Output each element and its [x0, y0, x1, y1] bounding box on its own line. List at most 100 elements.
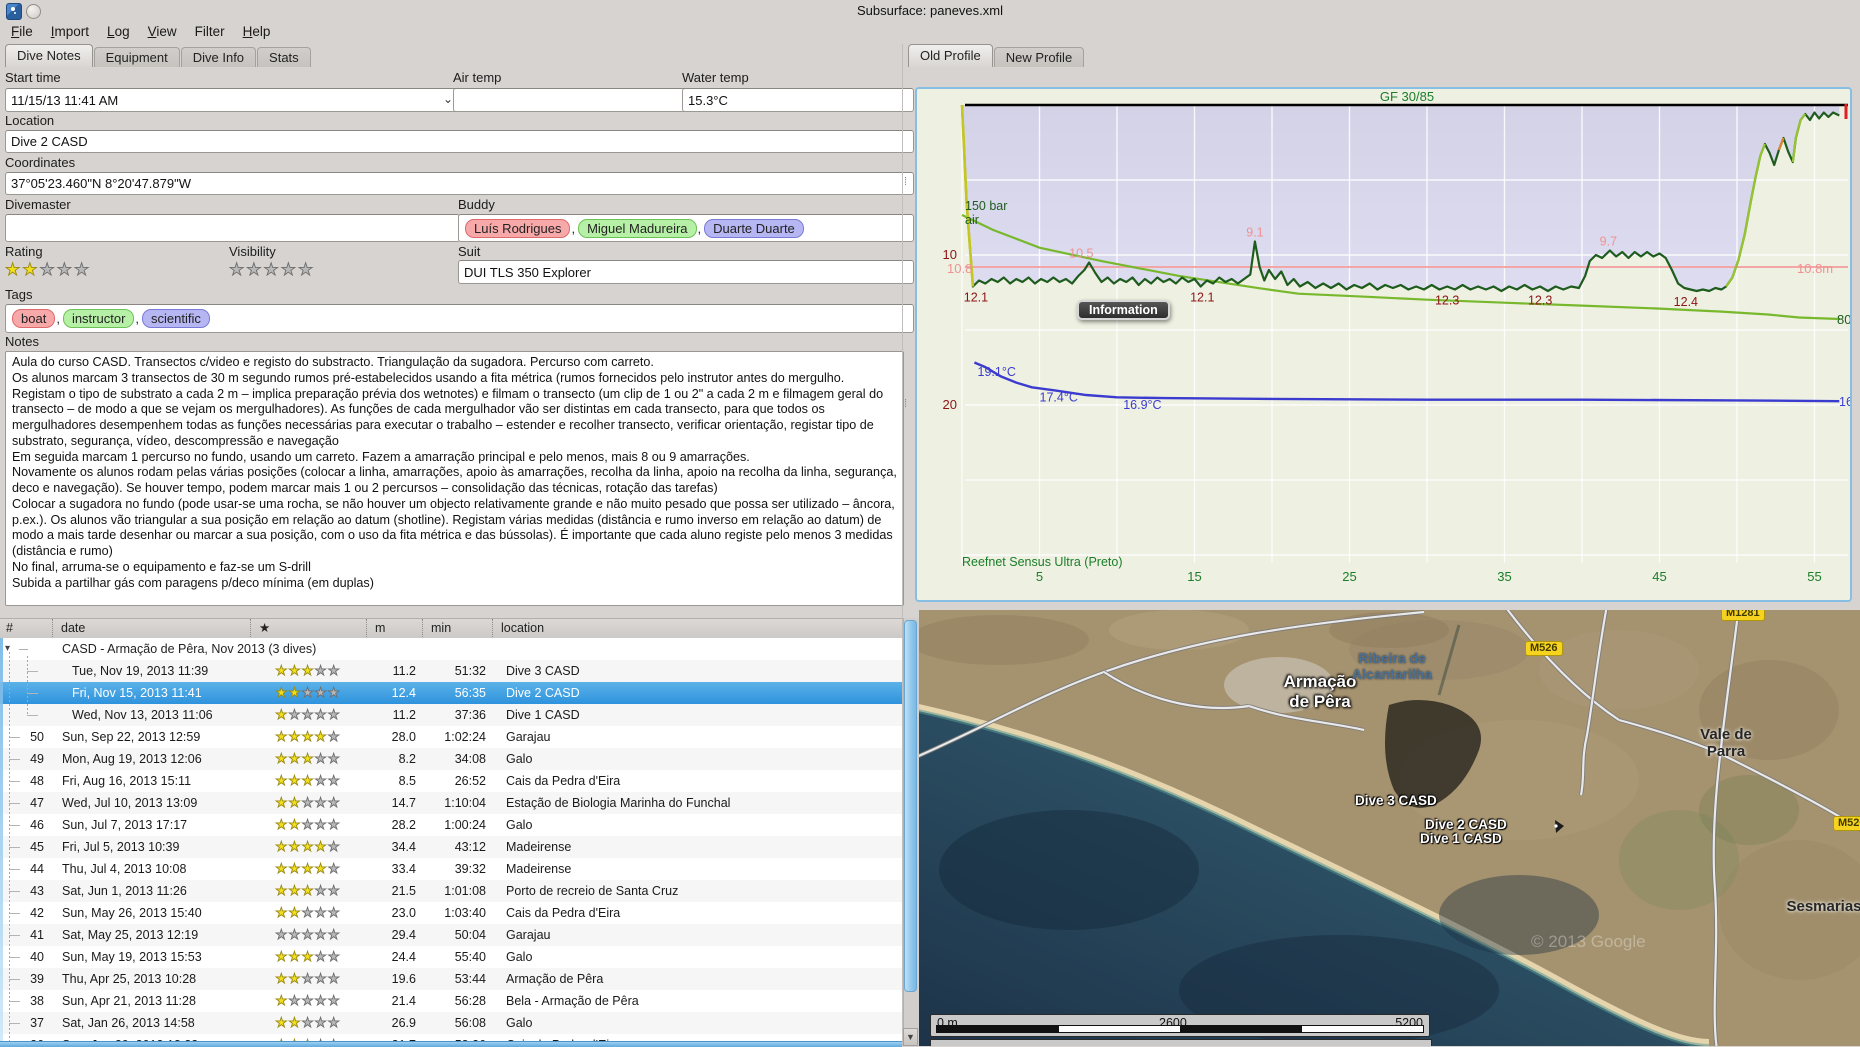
column-header-date[interactable]: date — [52, 619, 250, 639]
column-header-duration[interactable]: min — [422, 619, 492, 639]
list-horizontal-scrollbar[interactable] — [0, 1041, 902, 1047]
menu-item-file[interactable]: File — [2, 22, 42, 41]
window-title: Subsurface: paneves.xml — [857, 3, 1003, 18]
dive-row[interactable]: 37 Sat, Jan 26, 2013 14:58 ★★★★★ 26.9 56:08 G… — [0, 1012, 902, 1034]
menu-item-import[interactable]: Import — [42, 22, 98, 41]
column-header-depth[interactable]: m — [366, 619, 422, 639]
tree-line — [9, 1001, 20, 1002]
pill-duarte-duarte[interactable]: Duarte Duarte — [704, 218, 804, 238]
menu-item-help[interactable]: Help — [234, 22, 280, 41]
menu-item-filter[interactable]: Filter — [186, 22, 234, 41]
tab-dive-notes[interactable]: Dive Notes — [5, 44, 93, 67]
pill-boat[interactable]: boat — [12, 309, 56, 328]
profile-chart-panel[interactable]: GF 30/85 150 barair 80 10.8m 10.810 20 5 15 25 35… — [915, 87, 1852, 602]
cell-location: Madeirense — [506, 862, 572, 876]
dive-row[interactable]: 48 Fri, Aug 16, 2013 15:11 ★★★★★ 8.5 26:52 Ca… — [0, 770, 902, 792]
map-copyright: © 2013 Google — [1531, 932, 1646, 951]
tab-old-profile[interactable]: Old Profile — [908, 44, 993, 67]
suit-input[interactable]: DUI TLS 350 Explorer — [458, 260, 914, 284]
cell-max-depth: 29.4 — [391, 928, 416, 942]
star-icon: ★ — [327, 905, 341, 921]
cell-dive-number: 43 — [30, 884, 44, 898]
cell-date: Sun, Jul 7, 2013 17:17 — [62, 818, 188, 832]
star-icon: ★ — [275, 773, 289, 789]
rating-stars[interactable]: ★★★★★ — [5, 260, 91, 279]
buddy-input[interactable]: Luís Rodrigues, Miguel Madureira, Duarte D… — [458, 214, 914, 242]
suit-value: DUI TLS 350 Explorer — [464, 264, 591, 280]
list-scrollbar-thumb[interactable] — [904, 620, 917, 992]
tab-stats[interactable]: Stats — [257, 47, 311, 67]
start-time-combobox[interactable]: 11/15/13 11:41 AM ⌄ — [5, 88, 460, 112]
dive-list-header[interactable]: # date ★ m min location — [0, 618, 902, 640]
column-header-location[interactable]: location — [492, 619, 902, 639]
cell-duration: 56:28 — [454, 994, 486, 1008]
map-label-layer: Armação de Pêra Ribeira de Alcantarilha Va… — [919, 610, 1860, 1046]
air-temp-input[interactable] — [453, 88, 689, 112]
star-icon: ★ — [327, 751, 341, 767]
titlebar: Subsurface: paneves.xml — [0, 0, 1860, 20]
pill-instructor[interactable]: instructor — [62, 309, 135, 328]
tab-dive-info[interactable]: Dive Info — [180, 47, 257, 67]
location-label: Location — [5, 113, 55, 128]
cell-location: Galo — [506, 752, 533, 766]
coordinates-label: Coordinates — [5, 155, 76, 170]
menu-item-log[interactable]: Log — [98, 22, 139, 41]
dive-row[interactable]: 41 Sat, May 25, 2013 12:19 ★★★★★ 29.4 50:04 G… — [0, 924, 902, 946]
cell-date: Sun, Sep 22, 2013 12:59 — [62, 730, 201, 744]
splitter-handle-icon[interactable]: ⁞ — [904, 177, 907, 188]
dive-row[interactable]: 39 Thu, Apr 25, 2013 10:28 ★★★★★ 19.6 53:44 A… — [0, 968, 902, 990]
dive-row[interactable]: 40 Sun, May 19, 2013 15:53 ★★★★★ 24.4 55:40 G… — [0, 946, 902, 968]
visibility-stars[interactable]: ★★★★★ — [229, 260, 315, 279]
dive-row[interactable]: 38 Sun, Apr 21, 2013 11:28 ★★★★★ 21.4 56:28 B… — [0, 990, 902, 1012]
tree-line — [9, 957, 20, 958]
pill-scientific[interactable]: scientific — [142, 309, 210, 328]
dive-row[interactable]: 44 Thu, Jul 4, 2013 10:08 ★★★★★ 33.4 39:32 Ma… — [0, 858, 902, 880]
cell-max-depth: 28.2 — [391, 818, 416, 832]
star-icon: ★ — [327, 795, 341, 811]
dive-row[interactable]: 50 Sun, Sep 22, 2013 12:59 ★★★★★ 28.0 1:02:2… — [0, 726, 902, 748]
pill-miguel-madureira[interactable]: Miguel Madureira — [578, 218, 697, 238]
cell-max-depth: 21.7 — [366, 1034, 422, 1041]
list-scrollbar-down-button[interactable]: ▼ — [903, 1028, 918, 1046]
dive-row[interactable]: Tue, Nov 19, 2013 11:39 ★★★★★ 11.2 51:32 Div… — [0, 660, 902, 682]
star-icon: ★ — [288, 861, 302, 877]
dive-row[interactable]: 47 Wed, Jul 10, 2013 13:09 ★★★★★ 14.7 1:10:0… — [0, 792, 902, 814]
cell-date: Sun, May 19, 2013 15:53 — [62, 950, 202, 964]
tree-line — [9, 935, 20, 936]
divemaster-input[interactable] — [5, 214, 460, 242]
dive-row[interactable]: 45 Fri, Jul 5, 2013 10:39 ★★★★★ 34.4 43:12 Ma… — [0, 836, 902, 858]
cell-dive-number: 45 — [30, 840, 44, 854]
star-icon: ★ — [280, 260, 298, 279]
tags-input[interactable]: boat, instructor, scientific — [5, 304, 914, 333]
map-panel[interactable]: Armação de Pêra Ribeira de Alcantarilha Va… — [919, 610, 1860, 1046]
cell-date: Thu, Jul 4, 2013 10:08 — [62, 862, 187, 876]
column-header-num[interactable]: # — [0, 619, 52, 639]
trip-row[interactable]: ▾ CASD - Armação de Pêra, Nov 2013 (3 div… — [0, 638, 902, 660]
dive-row[interactable]: 43 Sat, Jun 1, 2013 11:26 ★★★★★ 21.5 1:01:08… — [0, 880, 902, 902]
splitter-handle-icon[interactable]: ⁞ — [904, 399, 907, 410]
tab-new-profile[interactable]: New Profile — [993, 47, 1085, 67]
cell-duration: 1:02:24 — [444, 730, 486, 744]
dive-row[interactable]: 36Sun, Jan 20, 2013 12:33★★★★★21.758:36C… — [0, 1034, 902, 1041]
notes-textarea[interactable]: Aula do curso CASD. Transectos c/video e… — [5, 351, 904, 606]
coordinates-input[interactable]: 37°05'23.460"N 8°20'47.879"W — [5, 172, 914, 195]
dive-row[interactable]: Fri, Nov 15, 2013 11:41 ★★★★★ 12.4 56:35 Div… — [0, 682, 902, 704]
menu-item-view[interactable]: View — [139, 22, 186, 41]
tab-equipment[interactable]: Equipment — [93, 47, 180, 67]
dive-row[interactable]: Wed, Nov 13, 2013 11:06 ★★★★★ 11.2 37:36 Div… — [0, 704, 902, 726]
svg-text:17.4°C: 17.4°C — [1040, 390, 1078, 404]
svg-text:19.1°C: 19.1°C — [978, 365, 1016, 379]
location-input[interactable]: Dive 2 CASD — [5, 130, 914, 153]
profile-plot[interactable]: GF 30/85 150 barair 80 10.8m 10.810 20 5 15 25 35… — [917, 89, 1850, 600]
scale-segments — [936, 1025, 1424, 1033]
dive-row[interactable]: 49 Mon, Aug 19, 2013 12:06 ★★★★★ 8.2 34:08 Ga… — [0, 748, 902, 770]
panel-splitter[interactable] — [902, 44, 903, 1046]
pill-lu-s-rodrigues[interactable]: Luís Rodrigues — [465, 218, 571, 238]
water-temp-input[interactable]: 15.3°C — [682, 88, 914, 112]
cell-max-depth: 19.6 — [391, 972, 416, 986]
dive-row[interactable]: 46 Sun, Jul 7, 2013 17:17 ★★★★★ 28.2 1:00:24… — [0, 814, 902, 836]
column-header-stars[interactable]: ★ — [250, 619, 366, 639]
dive-row[interactable]: 42 Sun, May 26, 2013 15:40 ★★★★★ 23.0 1:03:4… — [0, 902, 902, 924]
cell-dive-number: 37 — [30, 1016, 44, 1030]
star-icon: ★ — [288, 773, 302, 789]
